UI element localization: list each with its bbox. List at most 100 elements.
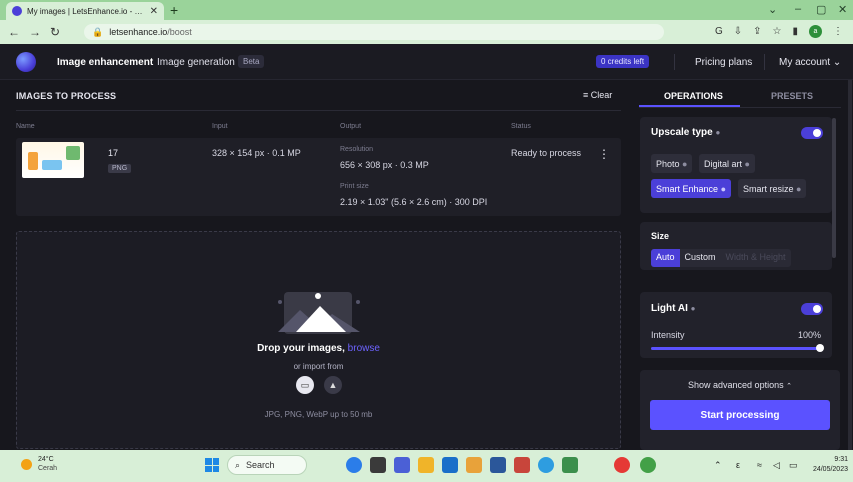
beta-badge: Beta [238, 55, 265, 68]
drop-zone[interactable]: Drop your images, browse or import from … [16, 231, 621, 449]
header-divider [764, 54, 765, 70]
sidebar-icon[interactable]: ▮ [792, 26, 798, 37]
address-bar[interactable]: 🔒 letsenhance.io/boost [84, 24, 664, 40]
google-icon[interactable]: G [715, 26, 723, 37]
taskbar: 24°C Cerah ⌕ Search ⌃ ε ≈ ◁ ▭ 9:31 24/05/… [0, 450, 853, 482]
excel-app-icon[interactable] [562, 457, 578, 473]
battery-icon[interactable]: ▭ [789, 460, 798, 471]
volume-icon[interactable]: ◁ [773, 460, 780, 471]
bookmark-star-icon[interactable]: ☆ [773, 26, 782, 37]
store-app-icon[interactable] [466, 457, 482, 473]
size-selector: Auto Custom Width & Height [651, 249, 791, 267]
page-scrollbar[interactable] [848, 80, 852, 450]
tab-operations[interactable]: OPERATIONS [664, 91, 723, 101]
info-icon: ● [715, 128, 721, 137]
intensity-value: 100% [797, 330, 821, 340]
system-clock[interactable]: 9:31 24/05/2023 [808, 455, 848, 475]
option-photo[interactable]: Photo ● [651, 154, 693, 173]
windows-start-icon[interactable] [205, 458, 219, 472]
clear-button[interactable]: ≡ Clear [583, 90, 612, 100]
section-title: IMAGES TO PROCESS [16, 91, 117, 101]
clock-time: 9:31 [834, 456, 848, 463]
install-app-icon[interactable]: ⇩ [734, 26, 742, 37]
menu-kebab-icon[interactable]: ⋮ [833, 26, 843, 37]
tab-presets[interactable]: PRESETS [771, 91, 813, 101]
image-placeholder-icon [278, 292, 360, 334]
maximize-button[interactable]: ▢ [816, 3, 826, 16]
taskbar-search-label: Search [246, 460, 275, 470]
row-menu-icon[interactable]: ⋮ [598, 147, 610, 161]
image-name: 17 [108, 148, 119, 158]
app-header: Image enhancement Image generation Beta … [0, 44, 853, 80]
panel-scrollbar[interactable] [832, 118, 836, 258]
forward-arrow-icon[interactable]: → [29, 25, 41, 39]
light-ai-card: Light AI ● Intensity 100% [640, 292, 832, 358]
image-row[interactable]: 17 PNG 328 × 154 px · 0.1 MP Resolution … [16, 138, 621, 216]
intensity-slider[interactable] [651, 344, 824, 352]
size-auto[interactable]: Auto [651, 249, 680, 267]
start-processing-button[interactable]: Start processing [650, 400, 830, 430]
import-from-label: or import from [293, 362, 344, 371]
my-account-menu[interactable]: My account ⌄ [779, 57, 841, 68]
option-digital-art[interactable]: Digital art ● [699, 154, 755, 173]
mail-app-icon[interactable] [442, 457, 458, 473]
close-tab-icon[interactable]: ✕ [150, 6, 158, 17]
url-path: /boost [167, 27, 192, 37]
close-window-button[interactable]: ✕ [838, 3, 847, 16]
taskbar-search[interactable]: ⌕ Search [227, 455, 307, 475]
intensity-label: Intensity [651, 330, 685, 340]
active-tab-indicator [639, 105, 740, 107]
folder-import-icon[interactable]: ▭ [296, 376, 314, 394]
status-text: Ready to process [511, 148, 582, 158]
intensity-knob[interactable] [816, 344, 824, 352]
google-drive-icon[interactable]: ▲ [324, 376, 342, 394]
reload-icon[interactable]: ↻ [50, 25, 60, 39]
wifi-icon[interactable]: ≈ [757, 460, 762, 470]
light-ai-toggle[interactable] [801, 303, 823, 315]
pricing-plans-link[interactable]: Pricing plans [695, 57, 752, 68]
chrome-profile-icon[interactable] [614, 457, 630, 473]
weather-condition: Cerah [38, 465, 58, 472]
chevron-up-icon: ⌃ [786, 383, 792, 390]
upscale-type-title: Upscale type ● [651, 127, 721, 138]
option-smart-resize[interactable]: Smart resize ● [738, 179, 807, 198]
output-resolution: 656 × 308 px · 0.3 MP [340, 160, 429, 170]
tab-search-icon[interactable]: ⌄ [768, 3, 777, 16]
meet-app-icon[interactable] [346, 457, 362, 473]
weather-sun-icon[interactable] [21, 459, 32, 470]
chat-app-icon[interactable] [394, 457, 410, 473]
minimize-button[interactable]: – [795, 3, 801, 15]
edge-browser-icon[interactable] [538, 457, 554, 473]
nav-image-generation[interactable]: Image generation [157, 57, 235, 68]
input-size: 328 × 154 px · 0.1 MP [212, 148, 301, 158]
file-explorer-icon[interactable] [418, 457, 434, 473]
letsenhance-logo[interactable] [16, 52, 36, 72]
action-card: Show advanced options ⌃ Start processing [640, 370, 840, 450]
drop-text: Drop your images, [257, 343, 345, 354]
powerpoint-app-icon[interactable] [514, 457, 530, 473]
clock-date: 24/05/2023 [812, 466, 848, 473]
header-divider [674, 54, 675, 70]
browse-link[interactable]: browse [348, 343, 380, 354]
lock-icon: 🔒 [92, 26, 104, 37]
profile-avatar[interactable]: a [809, 25, 822, 38]
show-advanced-options[interactable]: Show advanced options ⌃ [640, 380, 840, 390]
chrome-browser-icon[interactable] [640, 457, 656, 473]
tab-title: My images | LetsEnhance.io - Ima [27, 6, 145, 16]
language-indicator[interactable]: ε [736, 460, 740, 470]
widgets-app-icon[interactable] [370, 457, 386, 473]
option-smart-enhance[interactable]: Smart Enhance ● [651, 179, 731, 198]
share-icon[interactable]: ⇪ [753, 26, 761, 37]
credits-badge: 0 credits left [596, 55, 650, 68]
column-header-input: Input [212, 123, 228, 130]
new-tab-button[interactable]: + [170, 2, 178, 18]
nav-image-enhancement[interactable]: Image enhancement [57, 57, 153, 68]
tray-chevron-icon[interactable]: ⌃ [714, 460, 722, 471]
back-arrow-icon[interactable]: ← [8, 25, 20, 39]
upscale-toggle[interactable] [801, 127, 823, 139]
resolution-label: Resolution [340, 146, 374, 153]
word-app-icon[interactable] [490, 457, 506, 473]
browser-tab[interactable]: My images | LetsEnhance.io - Ima ✕ [6, 2, 164, 20]
size-custom[interactable]: Custom [680, 249, 721, 267]
browser-tab-bar: My images | LetsEnhance.io - Ima ✕ + ⌄ –… [0, 0, 853, 20]
